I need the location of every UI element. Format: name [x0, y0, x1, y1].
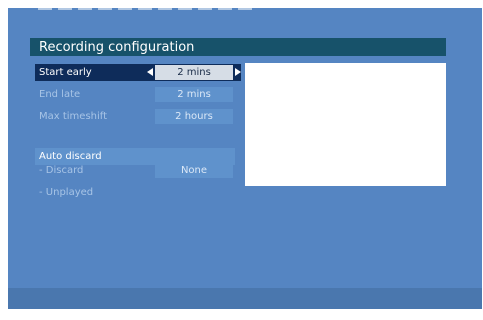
- preview-panel: [245, 63, 446, 186]
- setting-row-unplayed[interactable]: - Unplayed: [35, 184, 241, 201]
- arrow-right-icon[interactable]: [235, 68, 241, 76]
- setting-label: - Unplayed: [39, 187, 94, 198]
- setting-label: Max timeshift: [39, 111, 108, 122]
- setting-value[interactable]: 2 hours: [155, 109, 233, 124]
- setting-value[interactable]: 2 mins: [155, 65, 233, 80]
- setting-label: Start early: [39, 67, 92, 78]
- arrow-left-icon[interactable]: [147, 68, 153, 76]
- setting-label: - Discard: [39, 165, 84, 176]
- dialog-title-bar: Recording configuration: [30, 38, 446, 56]
- top-strip: [8, 8, 482, 16]
- dialog-title: Recording configuration: [39, 39, 195, 55]
- setting-row-start-early[interactable]: Start early 2 mins: [35, 64, 241, 81]
- setting-value[interactable]: None: [155, 163, 233, 178]
- setting-row-end-late[interactable]: End late 2 mins: [35, 86, 241, 103]
- setting-label: End late: [39, 89, 81, 100]
- setting-value[interactable]: 2 mins: [155, 87, 233, 102]
- tv-screen: Recording configuration Start early 2 mi…: [8, 8, 482, 309]
- setting-row-discard[interactable]: - Discard None: [35, 162, 241, 179]
- setting-row-max-timeshift[interactable]: Max timeshift 2 hours: [35, 108, 241, 125]
- bottom-bar: [8, 288, 482, 309]
